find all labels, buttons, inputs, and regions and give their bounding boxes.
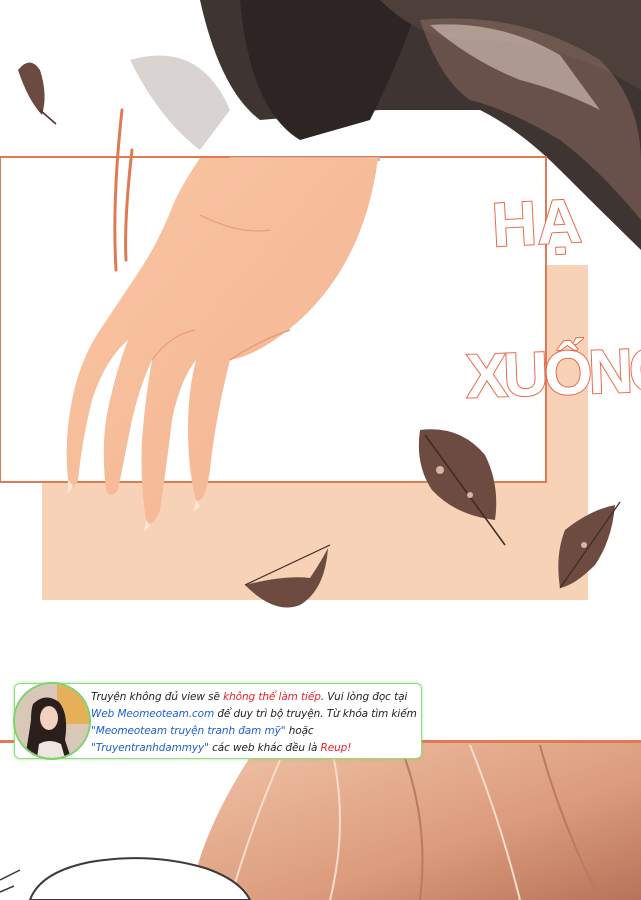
comic-panel-artwork <box>0 0 641 900</box>
sfx-text-line1: HẠ <box>489 186 584 262</box>
notice-text-1: Truyện không đủ view sẽ <box>91 691 224 703</box>
website-link[interactable]: Web Meomeoteam.com <box>91 708 214 720</box>
notice-text-5: các web khác đều là <box>208 742 321 754</box>
bubble-tail-lines <box>0 869 21 893</box>
search-keyword-1: "Meomeoteam truyện tranh đam mỹ" <box>91 725 286 737</box>
leaf-1 <box>18 62 57 125</box>
reading-notice-banner: Truyện không đủ view sẽ không thể làm ti… <box>13 682 422 760</box>
avatar-portrait-icon <box>15 684 89 758</box>
notice-reup-text: Reup! <box>320 742 352 754</box>
notice-text: Truyện không đủ view sẽ không thể làm ti… <box>91 689 421 757</box>
notice-text-3: để duy trì bộ truyện. Từ khóa tìm kiếm <box>214 708 417 720</box>
avatar <box>13 682 91 760</box>
search-keyword-2: "Truyentranhdammyy" <box>91 742 209 754</box>
notice-text-4: hoặc <box>285 725 314 737</box>
notice-text-2: . Vui lòng đọc tại <box>320 691 408 703</box>
sfx-text-line2: XUỐNG <box>464 334 641 412</box>
notice-warning-text: không thể làm tiếp <box>223 691 321 703</box>
